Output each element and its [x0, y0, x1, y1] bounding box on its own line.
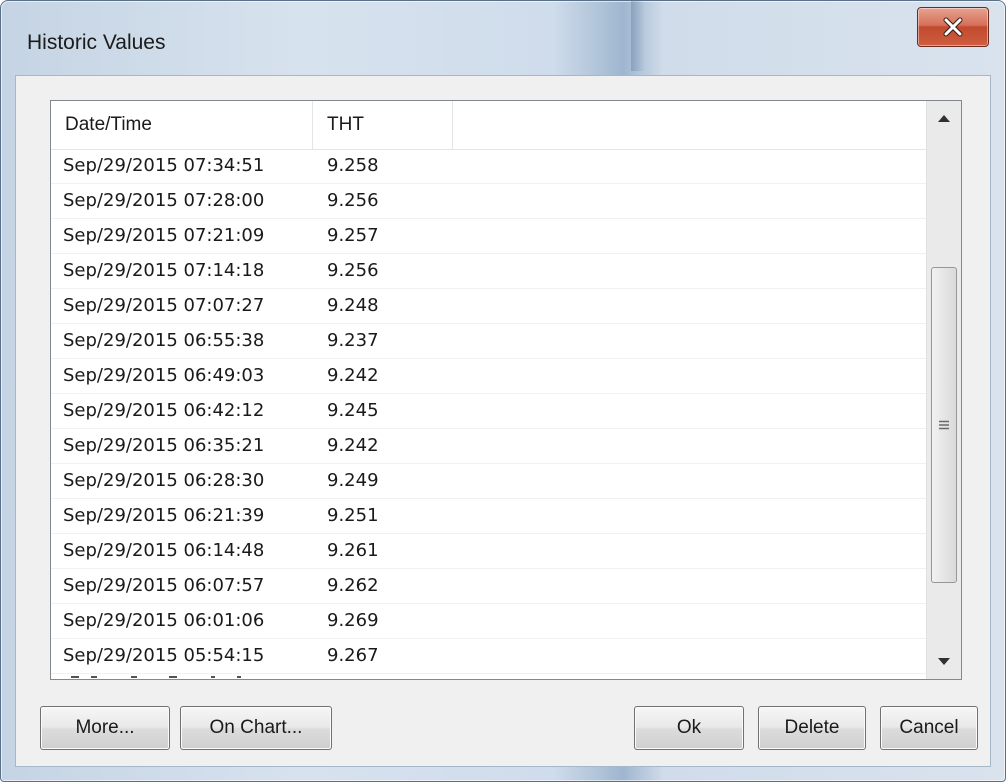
row-datetime: Sep/29/2015 06:21:39	[63, 505, 265, 526]
row-datetime: Sep/29/2015 05:54:15	[63, 645, 265, 666]
ok-button[interactable]: Ok	[634, 706, 744, 750]
row-tht-value: 9.257	[327, 225, 379, 246]
table-row[interactable]: Sep/29/2015 07:28:00 9.256	[51, 184, 947, 219]
table-row[interactable]: Sep/29/2015 06:35:21 9.242	[51, 429, 947, 464]
row-tht-value: 9.269	[327, 610, 379, 631]
row-datetime: Sep/29/2015 06:07:57	[63, 575, 265, 596]
grip-icon	[939, 420, 949, 430]
row-tht-value: 9.248	[327, 295, 379, 316]
table-row[interactable]: Sep/29/2015 06:28:30 9.249	[51, 464, 947, 499]
dialog-client-area: Date/Time THT Sep/29/2015 07:34:51 9.258 S…	[15, 75, 991, 767]
row-tht-value: 9.262	[327, 575, 379, 596]
list-header: Date/Time THT	[51, 101, 947, 150]
row-tht-value: 9.258	[327, 155, 379, 176]
table-row-partial	[51, 674, 947, 679]
row-tht-value: 9.256	[327, 190, 379, 211]
row-tht-value: 9.242	[327, 365, 379, 386]
window-title: Historic Values	[27, 31, 166, 54]
table-row[interactable]: Sep/29/2015 06:01:06 9.269	[51, 604, 947, 639]
row-datetime: Sep/29/2015 06:42:12	[63, 400, 265, 421]
row-datetime: Sep/29/2015 06:14:48	[63, 540, 265, 561]
scroll-down-icon	[938, 658, 950, 665]
row-tht-value: 9.261	[327, 540, 379, 561]
column-header-tht[interactable]: THT	[313, 101, 453, 149]
table-row[interactable]: Sep/29/2015 07:07:27 9.248	[51, 289, 947, 324]
table-row[interactable]: Sep/29/2015 06:14:48 9.261	[51, 534, 947, 569]
close-button[interactable]	[917, 7, 989, 47]
row-datetime: Sep/29/2015 07:07:27	[63, 295, 265, 316]
table-row[interactable]: Sep/29/2015 06:55:38 9.237	[51, 324, 947, 359]
table-row[interactable]: Sep/29/2015 07:34:51 9.258	[51, 149, 947, 184]
table-row[interactable]: Sep/29/2015 06:07:57 9.262	[51, 569, 947, 604]
row-datetime: Sep/29/2015 06:28:30	[63, 470, 265, 491]
list-rows: Sep/29/2015 07:34:51 9.258 Sep/29/2015 07:…	[51, 149, 947, 679]
row-tht-value: 9.242	[327, 435, 379, 456]
row-tht-value: 9.267	[327, 645, 379, 666]
table-row[interactable]: Sep/29/2015 07:14:18 9.256	[51, 254, 947, 289]
row-datetime: Sep/29/2015 06:35:21	[63, 435, 265, 456]
column-header-datetime[interactable]: Date/Time	[51, 101, 313, 149]
table-row[interactable]: Sep/29/2015 06:49:03 9.242	[51, 359, 947, 394]
row-datetime: Sep/29/2015 06:49:03	[63, 365, 265, 386]
table-row[interactable]: Sep/29/2015 06:21:39 9.251	[51, 499, 947, 534]
scroll-down-button[interactable]	[927, 645, 961, 679]
row-tht-value: 9.256	[327, 260, 379, 281]
window-frame: Historic Values Date/Time THT Sep/29/201…	[0, 0, 1006, 782]
row-tht-value: 9.251	[327, 505, 379, 526]
row-tht-value: 9.245	[327, 400, 379, 421]
table-row[interactable]: Sep/29/2015 06:42:12 9.245	[51, 394, 947, 429]
row-datetime: Sep/29/2015 06:55:38	[63, 330, 265, 351]
row-datetime: Sep/29/2015 07:21:09	[63, 225, 265, 246]
row-tht-value: 9.237	[327, 330, 379, 351]
scroll-up-icon	[938, 115, 950, 122]
row-datetime: Sep/29/2015 07:14:18	[63, 260, 265, 281]
on-chart-button[interactable]: On Chart...	[180, 706, 332, 750]
row-tht-value: 9.249	[327, 470, 379, 491]
more-button[interactable]: More...	[40, 706, 170, 750]
row-datetime: Sep/29/2015 07:34:51	[63, 155, 265, 176]
scroll-up-button[interactable]	[927, 101, 961, 135]
vertical-scrollbar[interactable]	[926, 101, 961, 679]
historic-values-list[interactable]: Date/Time THT Sep/29/2015 07:34:51 9.258 S…	[50, 100, 962, 680]
row-datetime: Sep/29/2015 07:28:00	[63, 190, 265, 211]
table-row[interactable]: Sep/29/2015 05:54:15 9.267	[51, 639, 947, 674]
close-icon	[943, 17, 963, 37]
cancel-button[interactable]: Cancel	[880, 706, 978, 750]
row-datetime: Sep/29/2015 06:01:06	[63, 610, 265, 631]
scroll-thumb[interactable]	[931, 267, 957, 583]
table-row[interactable]: Sep/29/2015 07:21:09 9.257	[51, 219, 947, 254]
delete-button[interactable]: Delete	[758, 706, 866, 750]
